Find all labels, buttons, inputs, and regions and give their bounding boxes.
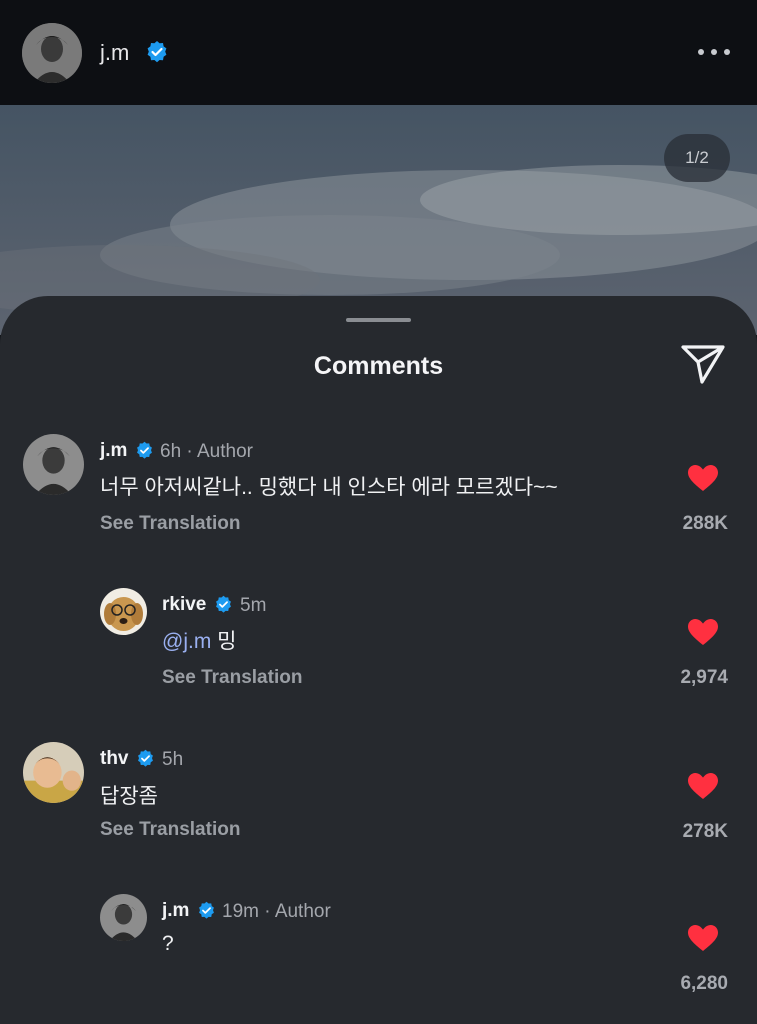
comment-avatar[interactable] [23, 742, 84, 803]
comment-time: 19m [222, 901, 259, 922]
see-translation-link[interactable]: See Translation [162, 667, 302, 689]
comments-title: Comments [313, 352, 444, 380]
header-username[interactable]: j.m [100, 40, 129, 66]
comment-time: 5h [162, 749, 184, 770]
verified-badge-icon [137, 441, 152, 459]
heart-icon[interactable] [687, 464, 719, 492]
comment-text: ? [162, 932, 174, 955]
page-indicator: 1/2 [664, 134, 730, 182]
verified-badge-icon [147, 41, 167, 63]
comment-username[interactable]: j.m [100, 440, 127, 462]
comment-avatar[interactable] [100, 894, 147, 941]
like-count: 2,974 [680, 667, 728, 688]
comment-username[interactable]: j.m [162, 900, 189, 922]
sheet-drag-handle[interactable] [346, 318, 411, 322]
heart-icon[interactable] [687, 618, 719, 646]
comment-avatar[interactable] [23, 434, 84, 495]
comment-time: 5m [240, 595, 267, 616]
like-count: 288K [682, 513, 728, 534]
author-label: Author [274, 901, 331, 922]
see-translation-link[interactable]: See Translation [100, 513, 240, 535]
comment-text: 너무 아저씨같나.. 밍했다 내 인스타 에라 모르겠다~~ [100, 476, 558, 499]
verified-badge-icon [138, 749, 153, 767]
like-count: 278K [682, 821, 728, 842]
heart-icon[interactable] [687, 924, 719, 952]
author-label: Author [196, 441, 253, 462]
comment-text: @j.m 밍 [162, 625, 236, 655]
comment-text: 답장좀 [100, 785, 158, 808]
comment-body: 밍 [217, 630, 237, 653]
heart-icon[interactable] [687, 772, 719, 800]
verified-badge-icon [199, 901, 214, 919]
like-count: 6,280 [680, 973, 728, 994]
mention-link[interactable]: @j.m [162, 630, 211, 653]
more-options-icon[interactable] [697, 46, 731, 58]
comment-time: 6h [160, 441, 182, 462]
comment-username[interactable]: rkive [162, 594, 206, 616]
comment-meta: 6h · Author [160, 441, 253, 462]
comment-username[interactable]: thv [100, 748, 129, 770]
verified-badge-icon [216, 595, 231, 613]
share-send-icon[interactable] [680, 343, 726, 385]
header-avatar[interactable] [22, 23, 82, 83]
comment-avatar[interactable] [100, 588, 147, 635]
see-translation-link[interactable]: See Translation [100, 819, 240, 841]
comment-meta: 19m · Author [222, 901, 331, 922]
